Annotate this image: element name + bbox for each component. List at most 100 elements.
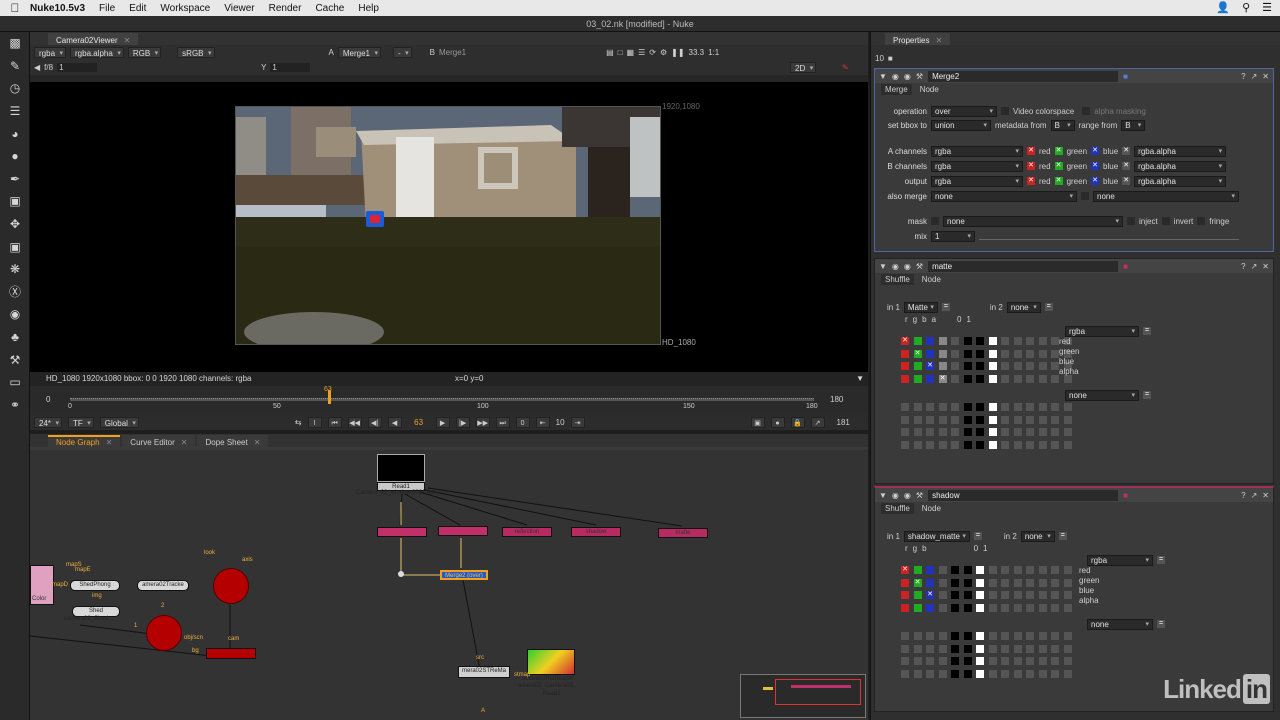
close-icon[interactable]: ✕ <box>935 36 942 45</box>
shuffle-cell[interactable] <box>926 403 934 411</box>
shuffle-cell[interactable] <box>1026 337 1034 345</box>
shuffle-cell[interactable] <box>1013 337 1022 345</box>
shuffle-cell[interactable] <box>913 566 922 574</box>
shuffle-cell[interactable] <box>1038 415 1047 424</box>
shuffle-cell[interactable] <box>951 669 959 678</box>
shuffle-cell[interactable] <box>926 566 934 574</box>
shuffle-cell[interactable] <box>913 337 922 345</box>
menu-viewer[interactable]: Viewer <box>224 3 254 14</box>
shuffle-cell[interactable] <box>988 566 997 574</box>
b-alpha-checkbox[interactable]: ✕ <box>1122 162 1131 170</box>
shuffle-cell[interactable] <box>1038 349 1047 358</box>
ratio-value[interactable]: 1:1 <box>708 48 719 57</box>
shuffle-cell[interactable] <box>1063 632 1072 640</box>
shuffle-cell[interactable]: ✕ <box>926 362 934 371</box>
views-icon[interactable]: ◉ <box>0 303 30 326</box>
shuffle-cell[interactable] <box>976 428 984 437</box>
mask-checkbox[interactable] <box>931 217 939 225</box>
shuffle-cell[interactable] <box>976 440 984 449</box>
shuffle-cell[interactable] <box>1001 669 1009 678</box>
user-icon[interactable]: 👤 <box>1216 1 1230 14</box>
out-blue-checkbox[interactable]: ✕ <box>1091 177 1100 185</box>
shuffle-cell[interactable] <box>951 337 959 345</box>
last-frame-icon[interactable]: ⏭ <box>495 416 510 428</box>
shuffle-cell[interactable] <box>951 632 959 640</box>
shuffle-cell[interactable] <box>901 362 909 371</box>
zoom-value[interactable]: 33.3 <box>689 48 705 57</box>
play-reverse-icon[interactable]: ◀ <box>387 416 402 428</box>
menu-edit[interactable]: Edit <box>129 3 146 14</box>
shuffle-cell[interactable] <box>988 644 997 653</box>
bbox-dropdown[interactable]: union <box>931 119 991 131</box>
shuffle-cell[interactable] <box>988 603 997 612</box>
menu-help[interactable]: Help <box>358 3 379 14</box>
tf-dropdown[interactable]: TF <box>68 416 94 429</box>
shuffle-cell[interactable] <box>938 362 947 371</box>
tools-icon[interactable]: ⚒ <box>916 491 923 500</box>
in2-dropdown[interactable]: none <box>1020 530 1055 542</box>
shuffle-cell[interactable] <box>1001 440 1009 449</box>
shuffle-node[interactable] <box>438 526 488 536</box>
shuffle-cell[interactable] <box>988 669 997 678</box>
shuffle-cell[interactable] <box>1001 591 1009 600</box>
shuffle-cell[interactable] <box>1013 415 1022 424</box>
shuffle-cell[interactable] <box>1063 657 1072 666</box>
paint-brush-icon[interactable]: ✎ <box>842 63 849 72</box>
shuffle-cell[interactable] <box>1001 415 1009 424</box>
node-name-field[interactable]: Merge2 <box>928 70 1119 82</box>
apple-icon[interactable]:  <box>0 1 30 15</box>
shuffle-cell[interactable] <box>1013 428 1022 437</box>
shuffle-cell[interactable] <box>1038 362 1047 371</box>
shuffle-cell[interactable] <box>913 657 922 666</box>
shuffle-cell[interactable] <box>938 603 947 612</box>
mix-field[interactable]: 1 <box>931 230 975 242</box>
shuffle-cell[interactable] <box>1038 566 1047 574</box>
wipe-dropdown[interactable]: - <box>392 47 412 59</box>
camera-node[interactable] <box>213 568 249 604</box>
export-icon[interactable]: ↗ <box>810 416 825 428</box>
shuffle-cell[interactable] <box>1051 578 1059 587</box>
shuffle-cell[interactable] <box>951 440 959 449</box>
shuffle-cell[interactable] <box>1051 657 1059 666</box>
search-icon[interactable]: ⚲ <box>1242 1 1250 14</box>
gain-value[interactable]: 1 <box>57 63 98 72</box>
keyer-icon[interactable]: ✒ <box>0 168 30 191</box>
a-alpha-dropdown[interactable]: rgba.alpha <box>1134 145 1227 157</box>
shuffle-cell[interactable] <box>963 644 972 653</box>
close-icon[interactable]: ✕ <box>124 36 131 45</box>
shuffle-cell[interactable] <box>963 403 972 411</box>
shuffle-cell[interactable] <box>963 440 972 449</box>
close-icon[interactable]: ✕ <box>181 438 188 447</box>
close-icon[interactable]: ✕ <box>1262 491 1269 500</box>
shuffle-cell[interactable] <box>1013 403 1022 411</box>
shuffle-cell[interactable] <box>1026 578 1034 587</box>
shuffle-cell[interactable] <box>901 644 909 653</box>
tools-icon[interactable]: ⚒ <box>916 262 923 271</box>
shuffle-cell[interactable] <box>1038 578 1047 587</box>
phong-node[interactable]: ShedPhong <box>70 580 120 591</box>
shuffle-cell[interactable] <box>1026 428 1034 437</box>
shuffle-cell[interactable] <box>951 428 959 437</box>
window-icon[interactable]: □ <box>618 48 623 57</box>
shuffle-cell[interactable] <box>1051 603 1059 612</box>
shuffle-cell[interactable] <box>1051 403 1059 411</box>
a-channels-dropdown[interactable]: rgba <box>931 145 1023 157</box>
shuffle-cell[interactable] <box>1001 337 1009 345</box>
shuffle-cell[interactable] <box>1026 669 1034 678</box>
shuffle-cell[interactable] <box>1001 374 1009 383</box>
view-node-icon[interactable]: ◉ <box>892 491 899 500</box>
grade-node[interactable] <box>377 527 427 537</box>
shuffle-cell[interactable] <box>1013 578 1022 587</box>
shuffle-cell[interactable] <box>1063 603 1072 612</box>
merge-dot[interactable] <box>398 571 404 577</box>
step-back-icon[interactable]: ⇤ <box>535 416 550 428</box>
shuffle-cell[interactable] <box>963 362 972 371</box>
settings-icon[interactable]: ⚙ <box>660 48 667 57</box>
shuffle-cell[interactable] <box>963 374 972 383</box>
next-frame-icon[interactable]: |▶ <box>455 416 470 428</box>
tab-node[interactable]: Node <box>918 503 945 514</box>
shuffle-cell[interactable] <box>926 644 934 653</box>
in1-link-icon[interactable]: = <box>941 303 950 311</box>
shuffle-cell[interactable] <box>951 374 959 383</box>
in1-dropdown[interactable]: Matte <box>903 301 938 313</box>
